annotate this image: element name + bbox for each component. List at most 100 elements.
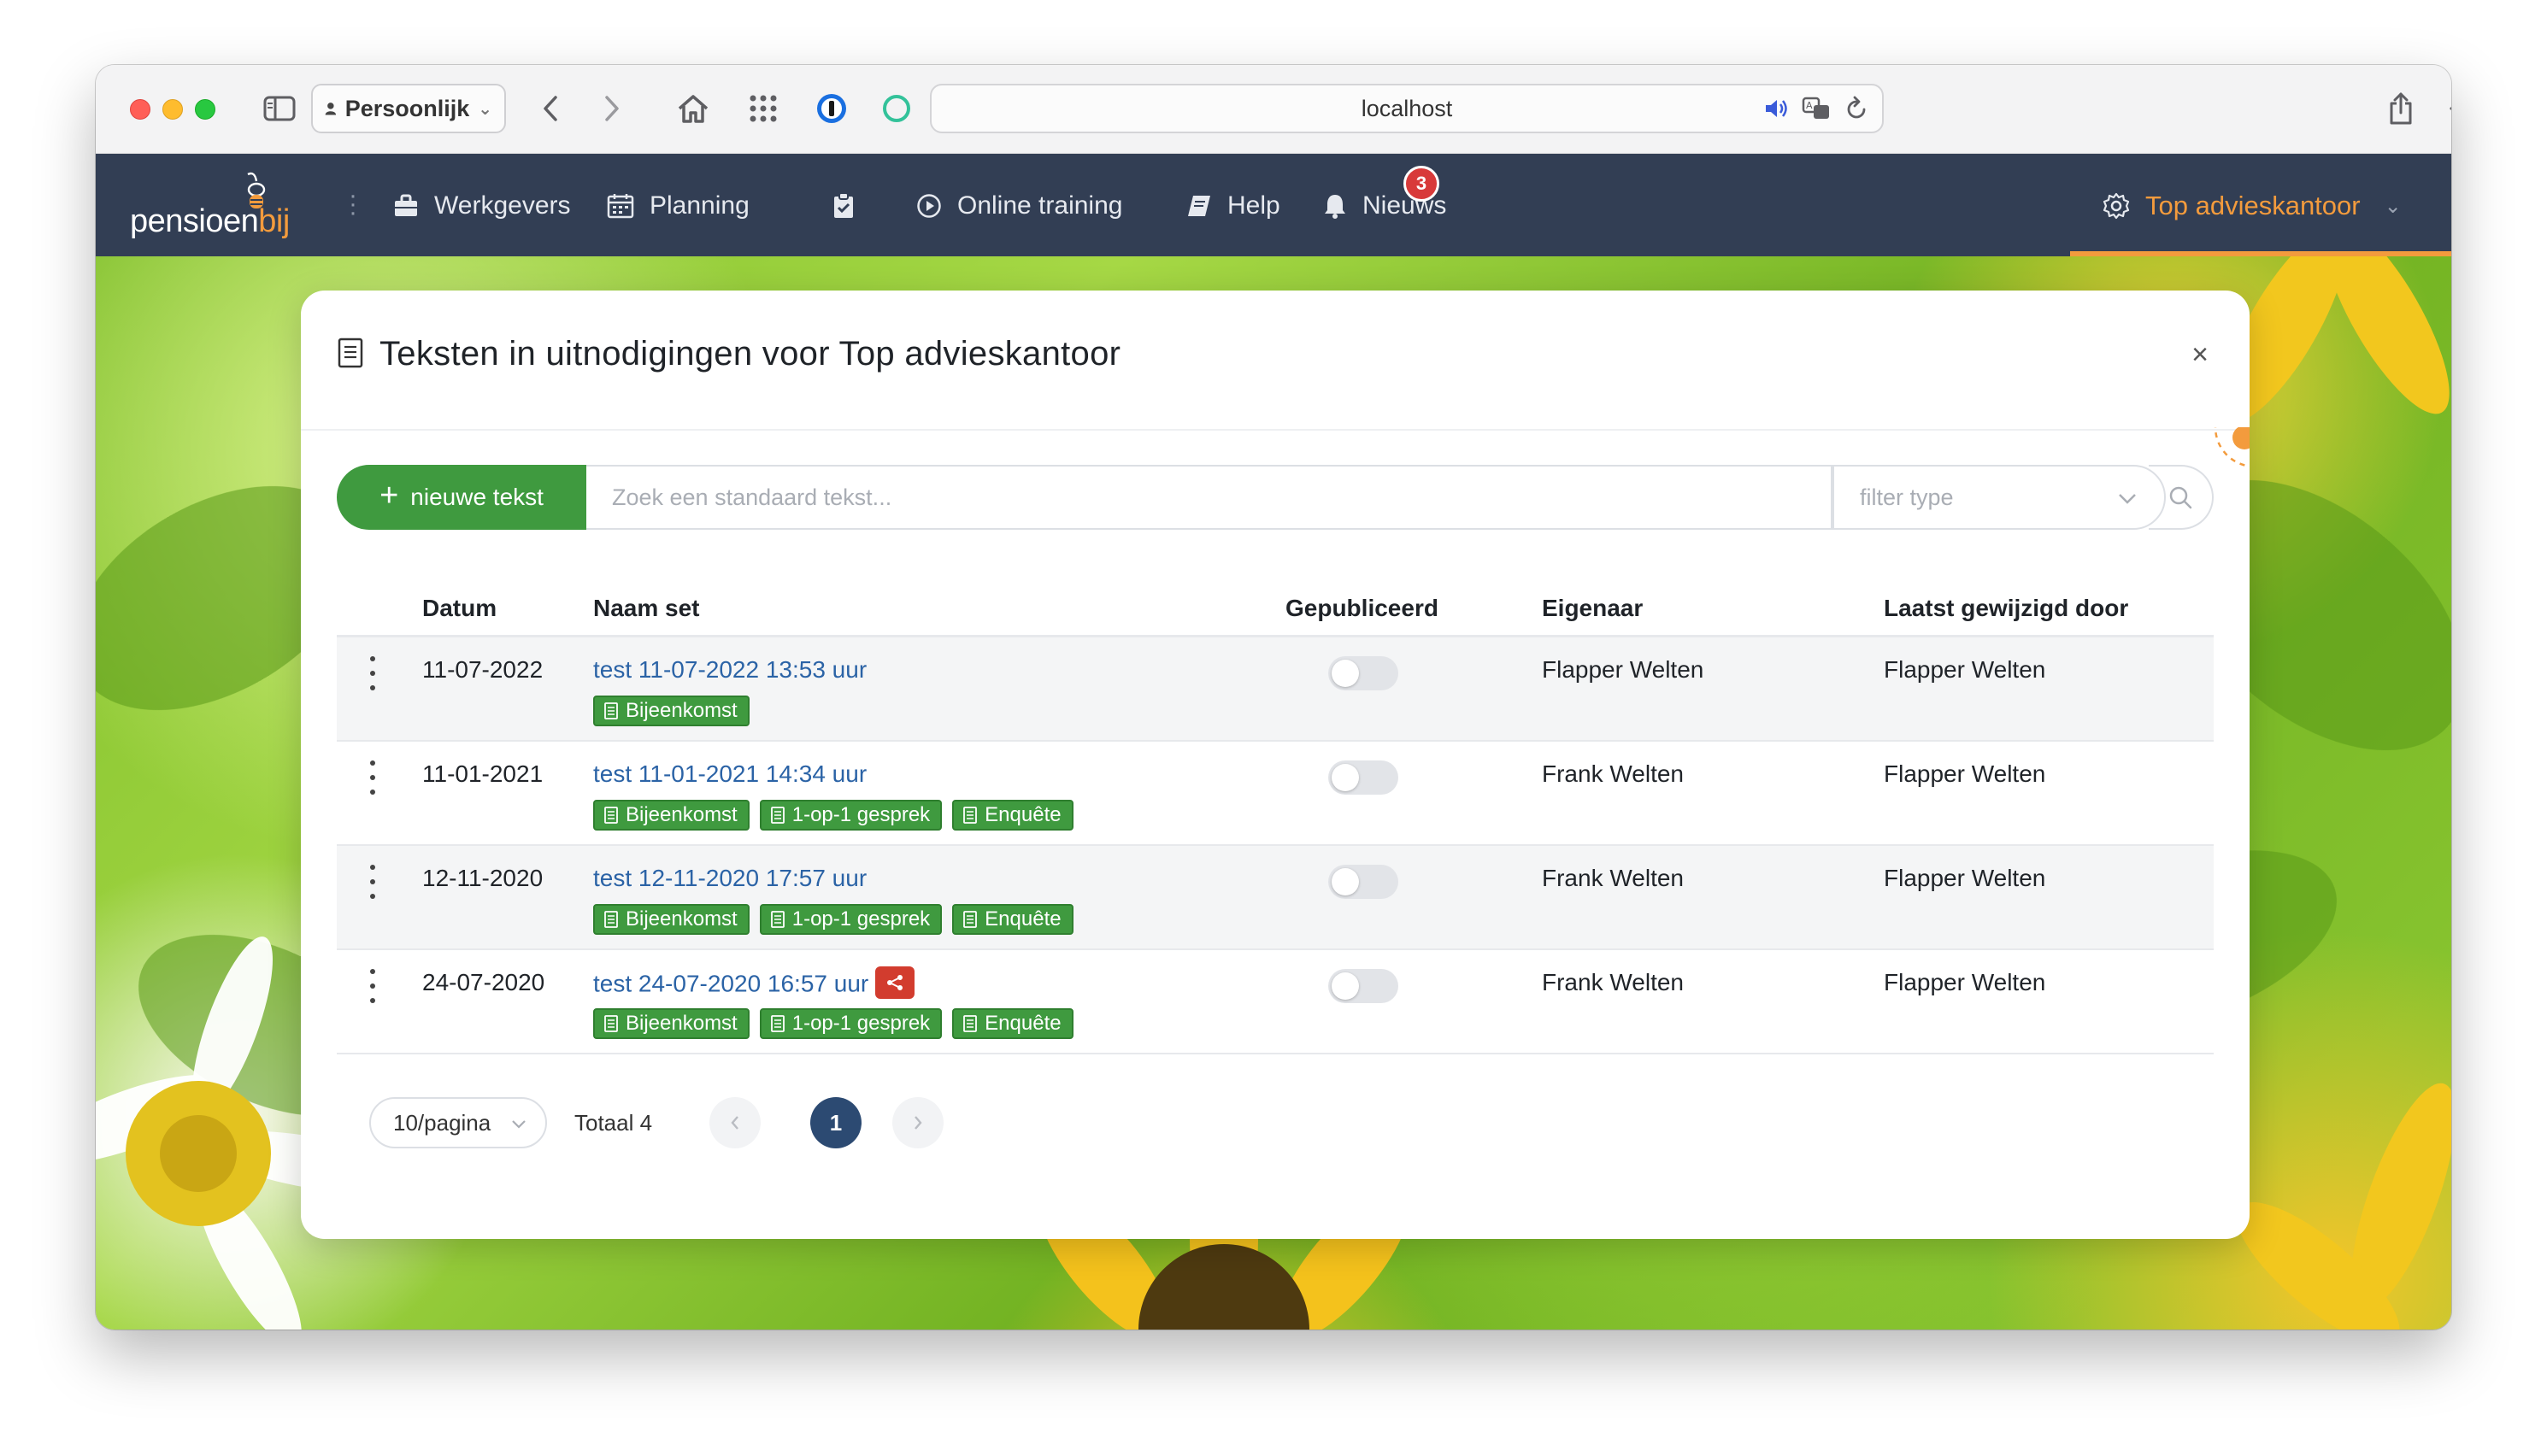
table-row[interactable]: 24-07-2020 test 24-07-2020 16:57 uur Bijee…: [337, 950, 2214, 1054]
extension-circle-icon[interactable]: [875, 87, 918, 130]
column-header-naam-set[interactable]: Naam set: [593, 595, 700, 622]
column-header-datum[interactable]: Datum: [422, 595, 497, 622]
toggle-knob: [1332, 764, 1359, 791]
search-button[interactable]: [2149, 465, 2214, 530]
logo-text: pensioenbij: [130, 203, 290, 239]
gear-icon: [2103, 192, 2130, 220]
column-header-eigenaar[interactable]: Eigenaar: [1542, 595, 1643, 622]
document-icon: [338, 338, 363, 368]
type-tag: Enquête: [952, 800, 1074, 831]
back-icon[interactable]: [533, 87, 568, 130]
previous-page-button[interactable]: [709, 1097, 761, 1148]
table-body: 11-07-2022 test 11-07-2022 13:53 uur Bijee…: [337, 637, 2214, 1054]
profile-selector[interactable]: Persoonlijk ⌄: [311, 84, 506, 133]
table-row[interactable]: 11-07-2022 test 11-07-2022 13:53 uur Bijee…: [337, 637, 2214, 742]
row-tags: Bijeenkomst 1-op-1 gesprek Enquête: [593, 1008, 1074, 1039]
top-navigation: pensioenbij · · · Werkgevers Planning Onli…: [96, 154, 2451, 256]
tag-label: 1-op-1 gesprek: [791, 803, 931, 826]
grid-icon[interactable]: [742, 87, 785, 130]
set-name-link[interactable]: test 11-01-2021 14:34 uur: [593, 760, 867, 787]
table-header: Datum Naam set Gepubliceerd Eigenaar Laa…: [337, 576, 2214, 637]
play-circle-icon: [917, 194, 941, 218]
set-name-link[interactable]: test 24-07-2020 16:57 uur: [593, 970, 868, 996]
row-actions-icon[interactable]: [364, 760, 381, 795]
filter-type-placeholder: filter type: [1860, 484, 1954, 510]
published-toggle[interactable]: [1328, 969, 1398, 1003]
row-owner: Frank Welten: [1542, 760, 1684, 787]
nav-item-tasks[interactable]: [832, 185, 855, 227]
chevron-left-icon: [731, 1116, 738, 1130]
document-icon: [963, 911, 978, 928]
filter-type-select[interactable]: filter type: [1832, 465, 2166, 530]
row-date: 12-11-2020: [422, 865, 544, 891]
organisation-menu[interactable]: Top advieskantoor ⌄: [2103, 185, 2402, 227]
page-size-select[interactable]: 10/pagina: [369, 1097, 547, 1148]
share-icon[interactable]: [2379, 87, 2422, 130]
type-tag: 1-op-1 gesprek: [759, 904, 943, 935]
modal-header: Teksten in uitnodigingen voor Top advies…: [301, 291, 2250, 431]
speaker-icon[interactable]: [1764, 97, 1790, 120]
close-window-button[interactable]: [130, 99, 150, 120]
svg-text:A: A: [1806, 100, 1813, 111]
type-tag: 1-op-1 gesprek: [759, 1008, 943, 1039]
published-toggle[interactable]: [1328, 656, 1398, 690]
news-count-badge: 3: [1403, 166, 1439, 202]
new-text-label: nieuwe tekst: [410, 484, 544, 510]
reload-icon[interactable]: [1844, 96, 1868, 121]
home-icon[interactable]: [672, 87, 715, 130]
nav-item-werkgevers[interactable]: Werkgevers: [393, 185, 571, 227]
row-name-cell: test 12-11-2020 17:57 uur: [593, 865, 867, 892]
row-actions-icon[interactable]: [364, 656, 381, 690]
tag-label: Enquête: [985, 907, 1062, 931]
set-name-link[interactable]: test 12-11-2020 17:57 uur: [593, 865, 867, 891]
published-toggle[interactable]: [1328, 760, 1398, 795]
chevron-down-icon: [2119, 494, 2136, 504]
sidebar-toggle-icon[interactable]: [258, 87, 301, 130]
chevron-down-icon: [512, 1120, 526, 1129]
new-text-button[interactable]: + nieuwe tekst: [337, 465, 586, 530]
published-toggle[interactable]: [1328, 865, 1398, 899]
logo[interactable]: pensioenbij: [130, 171, 292, 239]
texts-modal: Teksten in uitnodigingen voor Top advies…: [301, 291, 2250, 1239]
tag-label: Enquête: [985, 1012, 1062, 1035]
minimize-window-button[interactable]: [162, 99, 183, 120]
tag-label: 1-op-1 gesprek: [791, 1012, 931, 1035]
search-row: + nieuwe tekst Zoek een standaard tekst.…: [337, 465, 2214, 530]
nav-item-planning[interactable]: Planning: [607, 185, 750, 227]
document-icon: [604, 702, 618, 719]
password-manager-icon[interactable]: [810, 87, 853, 130]
row-actions-icon[interactable]: [364, 969, 381, 1003]
set-name-link[interactable]: test 11-07-2022 13:53 uur: [593, 656, 867, 683]
type-tag: Bijeenkomst: [593, 1008, 750, 1039]
row-actions-icon[interactable]: [364, 865, 381, 899]
next-page-button[interactable]: [892, 1097, 944, 1148]
page-button-current[interactable]: 1: [810, 1097, 862, 1148]
new-tab-icon[interactable]: [2441, 87, 2451, 130]
address-bar[interactable]: localhost A: [930, 84, 1884, 133]
forward-icon[interactable]: [595, 87, 629, 130]
column-header-laatst-gewijzigd[interactable]: Laatst gewijzigd door: [1884, 595, 2128, 622]
table-row[interactable]: 11-01-2021 test 11-01-2021 14:34 uur Bijee…: [337, 742, 2214, 846]
type-tag: 1-op-1 gesprek: [759, 800, 943, 831]
document-icon: [963, 1015, 978, 1032]
table-row[interactable]: 12-11-2020 test 12-11-2020 17:57 uur Bijee…: [337, 846, 2214, 950]
row-modified-by: Flapper Welten: [1884, 656, 2046, 683]
nav-label: Werkgevers: [434, 191, 571, 220]
tag-label: Enquête: [985, 803, 1062, 826]
search-icon: [2169, 486, 2192, 509]
document-icon: [770, 911, 785, 928]
nav-item-online-training[interactable]: Online training: [916, 185, 1122, 227]
close-icon[interactable]: ×: [2191, 340, 2209, 369]
browser-window: Persoonlijk ⌄ localhost A pensioenbij · …: [96, 65, 2451, 1330]
type-tag: Enquête: [952, 1008, 1074, 1039]
texts-table: Datum Naam set Gepubliceerd Eigenaar Laa…: [337, 576, 2214, 1054]
more-vertical-icon[interactable]: · · ·: [349, 183, 357, 226]
app: pensioenbij · · · Werkgevers Planning Onli…: [96, 154, 2451, 1330]
search-input[interactable]: Zoek een standaard tekst...: [586, 465, 1832, 530]
column-header-gepubliceerd[interactable]: Gepubliceerd: [1285, 595, 1438, 622]
row-modified-by: Flapper Welten: [1884, 865, 2046, 891]
zoom-window-button[interactable]: [195, 99, 215, 120]
translate-icon[interactable]: A: [1802, 96, 1832, 121]
nav-item-help[interactable]: Help: [1186, 185, 1280, 227]
page-size-label: 10/pagina: [393, 1109, 491, 1136]
